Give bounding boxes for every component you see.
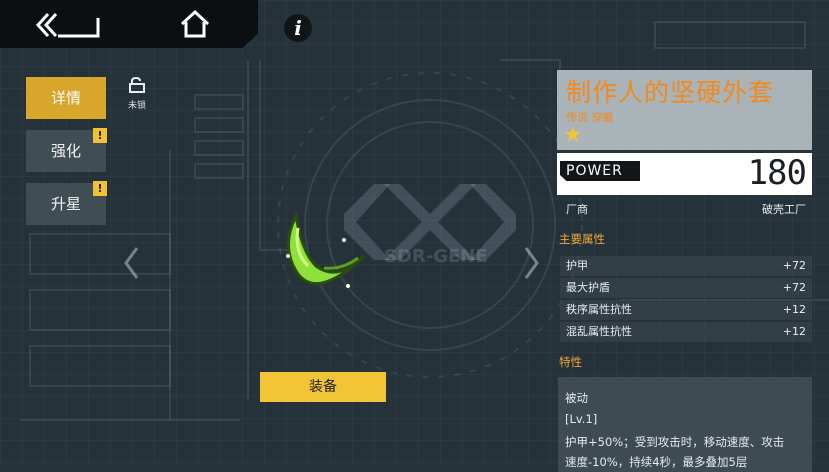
tab-details[interactable]: 详情	[26, 77, 106, 119]
attribute-row: 护甲 +72	[560, 256, 812, 276]
attribute-value: +72	[782, 259, 806, 272]
attribute-row: 混乱属性抗性 +12	[560, 322, 812, 342]
power-label: POWER	[560, 161, 640, 181]
trait-text-line2: 速度-10%，持续4秒，最多叠加5层	[565, 455, 748, 469]
lock-toggle[interactable]: 未锁	[124, 76, 150, 111]
lock-label: 未锁	[127, 101, 146, 111]
background-logo-text: SDR-GENE	[384, 246, 488, 267]
attribute-value: +12	[782, 303, 806, 316]
star-icon	[565, 126, 581, 142]
back-arrow-icon	[35, 12, 100, 38]
tab-enhance-label: 强化	[50, 142, 81, 160]
tab-details-label: 详情	[50, 89, 81, 107]
trait-level: [Lv.1]	[565, 412, 598, 426]
manufacturer-label: 厂商	[566, 203, 588, 216]
main-attributes-title: 主要属性	[559, 232, 605, 246]
next-item-arrow[interactable]	[524, 246, 540, 280]
lock-icon	[129, 76, 145, 93]
attribute-row: 秩序属性抗性 +12	[560, 300, 812, 320]
alert-badge: !	[93, 181, 107, 196]
attribute-label: 最大护盾	[566, 281, 610, 294]
attribute-row: 最大护盾 +72	[560, 278, 812, 298]
attribute-label: 护甲	[566, 259, 588, 272]
green-crescent-badge-icon	[286, 211, 366, 288]
item-name: 制作人的坚硬外套	[566, 78, 775, 107]
traits-title: 特性	[559, 355, 582, 369]
info-button[interactable]: i	[284, 14, 312, 42]
trait-type: 被动	[565, 391, 588, 405]
trait-text-line1: 护甲+50%；受到攻击时，移动速度、攻击	[565, 435, 785, 449]
attribute-label: 混乱属性抗性	[566, 325, 632, 338]
tab-star-up-label: 升星	[50, 195, 81, 213]
attribute-value: +72	[782, 281, 806, 294]
attribute-value: +12	[782, 325, 806, 338]
attribute-label: 秩序属性抗性	[566, 303, 632, 316]
item-header: 制作人的坚硬外套 传说 穿戴	[557, 70, 812, 150]
manufacturer-row: 厂商 破壳工厂	[560, 200, 812, 220]
item-tags: 传说 穿戴	[566, 111, 614, 124]
power-panel: POWER 180	[557, 153, 812, 195]
equip-button[interactable]: 装备	[260, 372, 386, 402]
tab-star-up[interactable]: 升星 !	[26, 181, 107, 225]
home-icon	[180, 9, 210, 38]
home-button[interactable]	[178, 8, 212, 40]
manufacturer-value: 破壳工厂	[762, 203, 806, 216]
traits-description: 被动 [Lv.1] 护甲+50%；受到攻击时，移动速度、攻击 速度-10%，持续…	[558, 377, 812, 472]
back-button[interactable]	[34, 10, 104, 40]
power-value: 180	[747, 153, 807, 193]
tab-enhance[interactable]: 强化 !	[26, 128, 107, 172]
alert-badge: !	[93, 128, 107, 143]
prev-item-arrow[interactable]	[123, 246, 139, 280]
